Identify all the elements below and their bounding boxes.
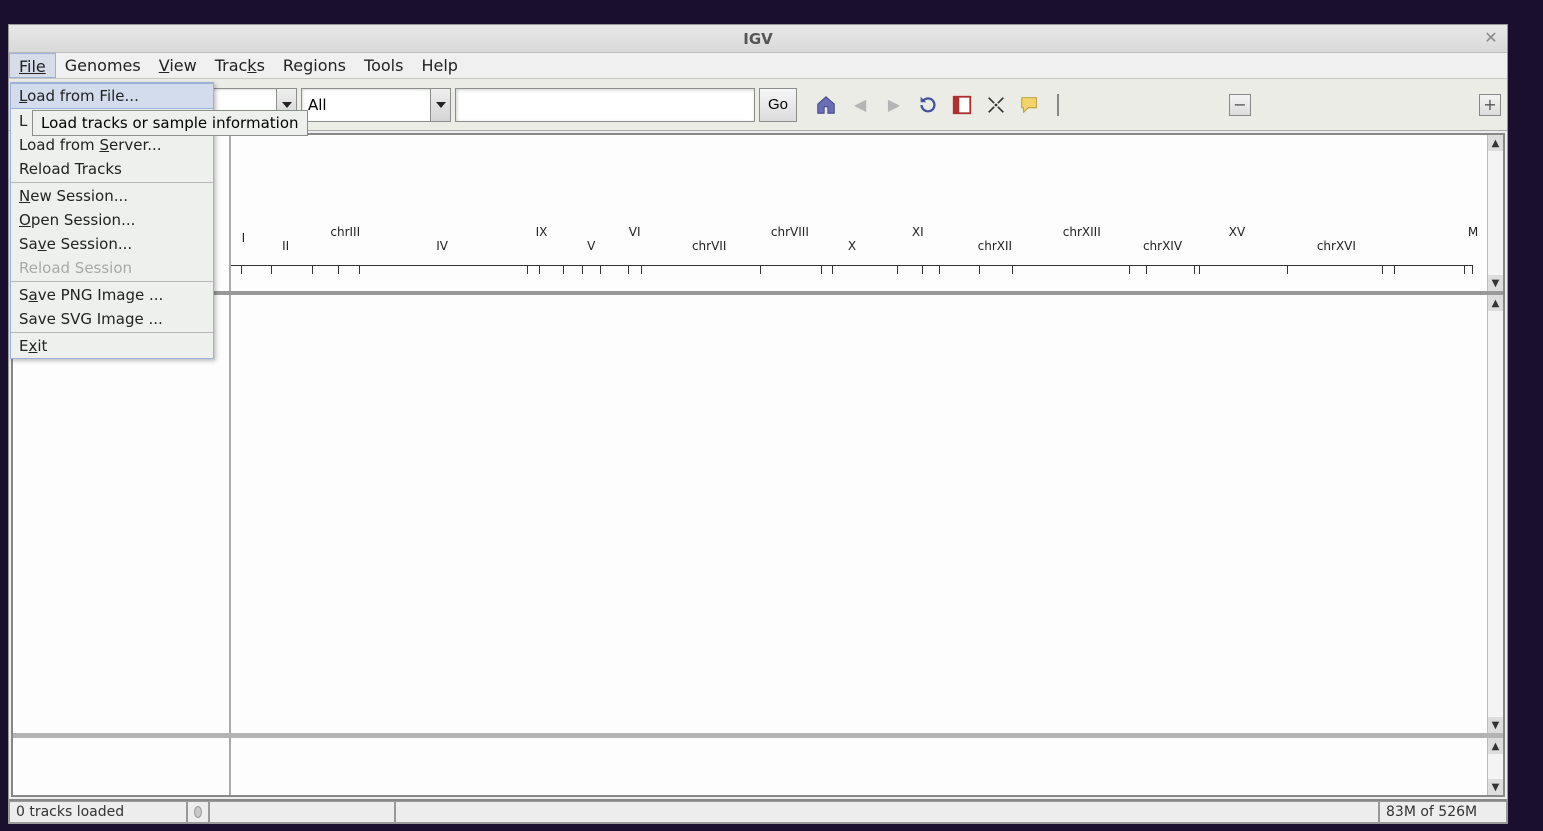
chromosome-label: V <box>587 239 595 253</box>
chromosome-select-value: All <box>302 96 430 114</box>
back-icon[interactable]: ◀ <box>849 94 871 116</box>
chromosome-overview[interactable]: IIIchrIIIIVIXVVIchrVIIchrVIIIXXIchrXIIch… <box>231 135 1487 291</box>
close-icon[interactable]: ✕ <box>1481 28 1501 48</box>
forward-icon[interactable]: ▶ <box>883 94 905 116</box>
go-button[interactable]: Go <box>759 88 797 122</box>
scroll-up-icon[interactable]: ▲ <box>1488 295 1503 311</box>
scroll-down-icon[interactable]: ▼ <box>1488 779 1503 795</box>
menu-tracks[interactable]: Tracks <box>206 53 274 78</box>
chromosome-ruler <box>231 265 1473 279</box>
scroll-up-icon[interactable]: ▲ <box>1488 738 1503 754</box>
refresh-icon[interactable] <box>917 94 939 116</box>
zoom-in-button[interactable]: + <box>1479 94 1501 116</box>
status-memory: 83M of 526M <box>1379 801 1507 823</box>
chromosome-select[interactable]: All <box>301 88 451 122</box>
tooltip-toggle-icon[interactable] <box>1019 94 1041 116</box>
toolbar-icons: ◀ ▶ <box>815 94 1059 116</box>
region-icon[interactable] <box>951 94 973 116</box>
scroll-down-icon[interactable]: ▼ <box>1488 275 1503 291</box>
chromosome-label: chrVII <box>692 239 726 253</box>
menu-separator <box>11 182 213 183</box>
chromosome-label: IV <box>436 239 448 253</box>
locus-input[interactable] <box>455 88 755 122</box>
menubar: File Genomes View Tracks Regions Tools H… <box>9 53 1507 79</box>
data-panel: ▲ ▼ <box>13 295 1503 733</box>
menu-item-reload-tracks[interactable]: Reload Tracks <box>11 157 213 181</box>
chevron-down-icon[interactable] <box>430 89 450 121</box>
menu-tooltip: Load tracks or sample information <box>32 110 308 136</box>
chromosome-label: I <box>242 231 246 245</box>
scroll-down-icon[interactable]: ▼ <box>1488 717 1503 733</box>
status-tracks: 0 tracks loaded <box>9 801 187 823</box>
menu-view[interactable]: View <box>150 53 206 78</box>
scroll-up-icon[interactable]: ▲ <box>1488 135 1503 151</box>
chromosome-label: chrXIII <box>1063 225 1101 239</box>
menu-item-save-session[interactable]: Save Session... <box>11 232 213 256</box>
status-progress-1 <box>209 801 395 823</box>
titlebar: IGV ✕ <box>9 25 1507 53</box>
chromosome-label: VI <box>629 225 641 239</box>
status-indicator <box>187 801 209 823</box>
statusbar: 0 tracks loaded 83M of 526M <box>9 799 1507 823</box>
chromosome-labels: IIIchrIIIIVIXVVIchrVIIchrVIIIXXIchrXIIch… <box>231 225 1473 255</box>
menu-genomes[interactable]: Genomes <box>56 53 150 78</box>
chromosome-label: chrVIII <box>771 225 809 239</box>
chromosome-label: chrXIV <box>1143 239 1182 253</box>
menu-item-open-session[interactable]: Open Session... <box>11 208 213 232</box>
content-area: IIIchrIIIIVIXVVIchrVIIchrVIIIXXIchrXIIch… <box>11 133 1505 797</box>
chromosome-label: M <box>1468 225 1478 239</box>
menu-regions[interactable]: Regions <box>274 53 355 78</box>
scrollbar-vertical[interactable]: ▲ ▼ <box>1487 135 1503 291</box>
window-title: IGV <box>743 30 773 48</box>
chromosome-label: XI <box>912 225 924 239</box>
chromosome-label: II <box>282 239 289 253</box>
chromosome-label: chrXII <box>978 239 1012 253</box>
menu-file[interactable]: File <box>9 53 56 78</box>
ideogram-panel: IIIchrIIIIVIXVVIchrVIIchrVIIIXXIchrXIIch… <box>13 135 1503 295</box>
menu-tools[interactable]: Tools <box>355 53 412 78</box>
chromosome-label: X <box>848 239 856 253</box>
attribute-panel: ▲ ▼ <box>13 733 1503 795</box>
app-window: IGV ✕ File Genomes View Tracks Regions T… <box>8 24 1508 824</box>
menu-help[interactable]: Help <box>412 53 466 78</box>
menu-item-save-svg[interactable]: Save SVG Image ... <box>11 307 213 331</box>
menu-item-new-session[interactable]: New Session... <box>11 184 213 208</box>
menu-separator <box>11 332 213 333</box>
divider <box>1057 94 1059 116</box>
chromosome-label: chrXVI <box>1317 239 1356 253</box>
menu-separator <box>11 281 213 282</box>
menu-item-exit[interactable]: Exit <box>11 334 213 358</box>
zoom-out-button[interactable]: − <box>1229 94 1251 116</box>
menu-item-reload-session: Reload Session <box>11 256 213 280</box>
scrollbar-vertical[interactable]: ▲ ▼ <box>1487 738 1503 795</box>
scrollbar-vertical[interactable]: ▲ ▼ <box>1487 295 1503 733</box>
status-progress-2 <box>395 801 1379 823</box>
menu-item-save-png[interactable]: Save PNG Image ... <box>11 283 213 307</box>
home-icon[interactable] <box>815 94 837 116</box>
menu-item-load-from-file[interactable]: Load from File... <box>11 83 213 109</box>
chromosome-label: chrIII <box>330 225 360 239</box>
chromosome-label: IX <box>536 225 548 239</box>
resize-icon[interactable] <box>985 94 1007 116</box>
chromosome-label: XV <box>1229 225 1245 239</box>
menu-item-load-from-server[interactable]: Load from Server... <box>11 133 213 157</box>
